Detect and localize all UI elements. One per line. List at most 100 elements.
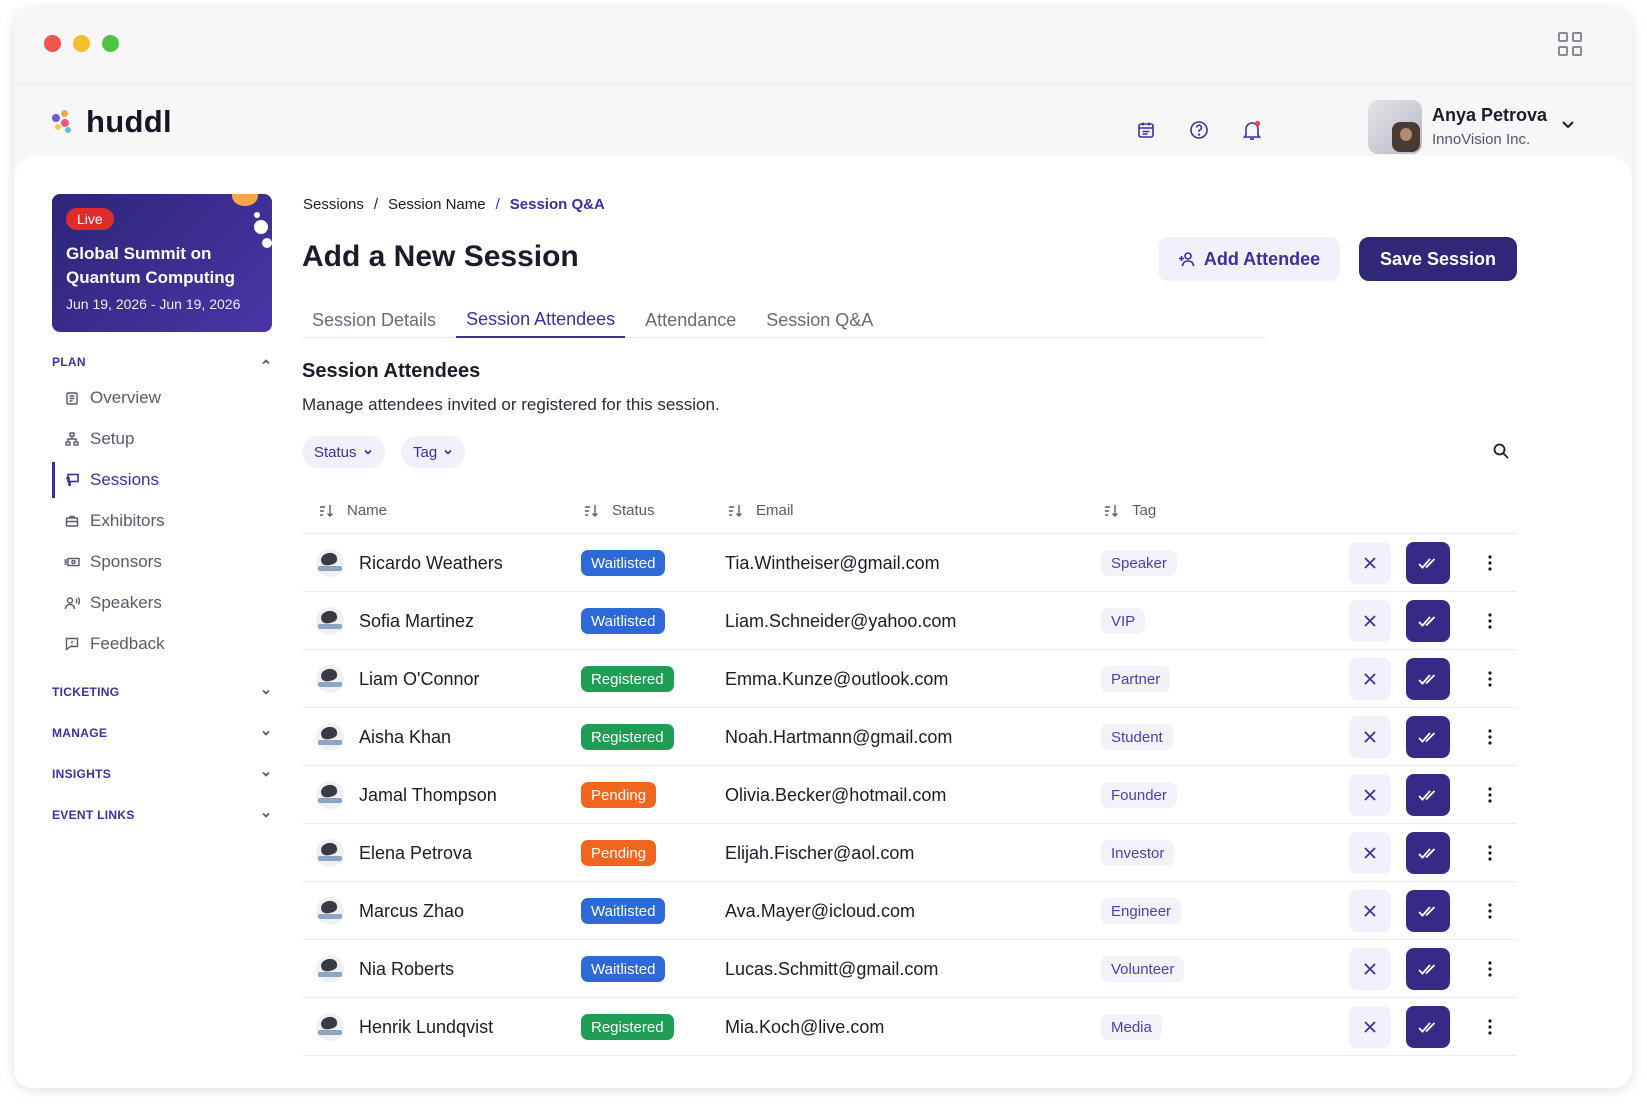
sort-icon [585, 504, 598, 517]
double-check-icon [1418, 732, 1436, 743]
more-options-icon[interactable] [1480, 783, 1500, 807]
presentation-icon [64, 472, 80, 488]
sidebar-section-plan[interactable]: PLAN [52, 350, 272, 374]
sidebar-item-speakers[interactable]: Speakers [52, 585, 272, 621]
tab-attendance[interactable]: Attendance [635, 302, 746, 338]
approve-button[interactable] [1406, 948, 1450, 990]
attendee-name: Nia Roberts [359, 959, 455, 979]
reject-button[interactable] [1349, 542, 1391, 584]
table-row[interactable]: Elena Petrova Pending Elijah.Fischer@aol.c… [302, 824, 1517, 882]
table-row[interactable]: Jamal Thompson Pending Olivia.Becker@hotma… [302, 766, 1517, 824]
column-label: Name [347, 502, 388, 519]
breadcrumb-current: Session Q&A [509, 196, 605, 213]
status-badge: Waitlisted [581, 956, 666, 982]
reject-button[interactable] [1349, 716, 1391, 758]
breadcrumb-session-name[interactable]: Session Name [388, 196, 486, 213]
chevron-down-icon[interactable] [1560, 116, 1576, 137]
add-attendee-button[interactable]: Add Attendee [1158, 237, 1340, 281]
attendee-avatar [316, 955, 344, 983]
approve-button[interactable] [1406, 600, 1450, 642]
approve-button[interactable] [1406, 890, 1450, 932]
table-row[interactable]: Liam O'Connor Registered Emma.Kunze@outloo… [302, 650, 1517, 708]
tag-badge: Investor [1101, 840, 1175, 866]
tab-session-attendees[interactable]: Session Attendees [456, 302, 626, 338]
chevron-down-icon [363, 449, 372, 455]
minimize-window-button[interactable] [73, 35, 90, 52]
approve-button[interactable] [1406, 832, 1450, 874]
column-header-name[interactable]: Name [319, 502, 387, 519]
more-options-icon[interactable] [1480, 551, 1500, 575]
reject-button[interactable] [1349, 774, 1391, 816]
sidebar-section-ticketing[interactable]: TICKETING [52, 680, 272, 704]
sort-icon [729, 504, 742, 517]
status-filter[interactable]: Status [302, 436, 385, 468]
user-profile-menu[interactable]: Anya Petrova InnoVision Inc. [1368, 100, 1578, 156]
table-row[interactable]: Aisha Khan Registered Noah.Hartmann@gmail.… [302, 708, 1517, 766]
breadcrumb-sessions[interactable]: Sessions [303, 196, 364, 213]
notification-bell-icon[interactable] [1234, 112, 1270, 148]
approve-button[interactable] [1406, 542, 1450, 584]
sidebar-section-event-links[interactable]: EVENT LINKS [52, 803, 272, 827]
close-icon [1364, 905, 1376, 917]
status-badge: Pending [581, 782, 657, 808]
brand-logo[interactable]: huddl [52, 104, 172, 140]
sidebar-section-manage[interactable]: MANAGE [52, 721, 272, 745]
reject-button[interactable] [1349, 658, 1391, 700]
more-options-icon[interactable] [1480, 1015, 1500, 1039]
more-options-icon[interactable] [1480, 609, 1500, 633]
help-icon[interactable] [1181, 112, 1217, 148]
table-row[interactable]: Henrik Lundqvist Registered Mia.Koch@live.… [302, 998, 1517, 1056]
tag-badge: Engineer [1101, 898, 1182, 924]
attendee-avatar [316, 607, 344, 635]
sidebar-item-overview[interactable]: Overview [52, 380, 272, 416]
more-options-icon[interactable] [1480, 667, 1500, 691]
sidebar-item-feedback[interactable]: Feedback [52, 626, 272, 662]
approve-button[interactable] [1406, 1006, 1450, 1048]
chevron-down-icon [262, 730, 270, 736]
sidebar-item-sessions[interactable]: Sessions [52, 462, 272, 498]
more-options-icon[interactable] [1480, 899, 1500, 923]
approve-button[interactable] [1406, 658, 1450, 700]
double-check-icon [1418, 1022, 1436, 1033]
more-options-icon[interactable] [1480, 841, 1500, 865]
reject-button[interactable] [1349, 600, 1391, 642]
column-header-email[interactable]: Email [728, 502, 794, 519]
attendee-name: Ricardo Weathers [359, 553, 503, 573]
table-row[interactable]: Marcus Zhao Waitlisted Ava.Mayer@icloud.co… [302, 882, 1517, 940]
clipboard-icon [64, 390, 80, 406]
reject-button[interactable] [1349, 1006, 1391, 1048]
maximize-window-button[interactable] [102, 35, 119, 52]
tab-session-details[interactable]: Session Details [302, 302, 446, 338]
attendee-name: Sofia Martinez [359, 611, 475, 631]
calendar-icon[interactable] [1128, 112, 1164, 148]
save-session-button[interactable]: Save Session [1359, 237, 1517, 281]
event-card[interactable]: Live Global Summit on Quantum Computing … [52, 194, 272, 332]
sidebar-item-sponsors[interactable]: Sponsors [52, 544, 272, 580]
column-header-status[interactable]: Status [584, 502, 655, 519]
more-options-icon[interactable] [1480, 725, 1500, 749]
sidebar-item-setup[interactable]: Setup [52, 421, 272, 457]
table-row[interactable]: Nia Roberts Waitlisted Lucas.Schmitt@gmail… [302, 940, 1517, 998]
sidebar-section-insights[interactable]: INSIGHTS [52, 762, 272, 786]
reject-button[interactable] [1349, 890, 1391, 932]
sidebar-item-exhibitors[interactable]: Exhibitors [52, 503, 272, 539]
more-options-icon[interactable] [1480, 957, 1500, 981]
search-icon[interactable] [1492, 442, 1514, 464]
reject-button[interactable] [1349, 832, 1391, 874]
tag-filter[interactable]: Tag [401, 436, 466, 468]
column-header-tag[interactable]: Tag [1104, 502, 1156, 519]
section-title: Session Attendees [302, 360, 481, 382]
tab-session-qa[interactable]: Session Q&A [756, 302, 883, 338]
main-content: Live Global Summit on Quantum Computing … [14, 156, 1632, 1088]
app-grid-icon[interactable] [1558, 32, 1582, 56]
double-check-icon [1418, 558, 1436, 569]
app-window: huddl Anya Petrova InnoVision Inc. Live … [14, 8, 1632, 1088]
approve-button[interactable] [1406, 716, 1450, 758]
table-row[interactable]: Ricardo Weathers Waitlisted Tia.Wintheiser… [302, 534, 1517, 592]
breadcrumb-separator: / [495, 196, 500, 213]
table-row[interactable]: Sofia Martinez Waitlisted Liam.Schneider@y… [302, 592, 1517, 650]
approve-button[interactable] [1406, 774, 1450, 816]
attendee-name: Aisha Khan [359, 727, 452, 747]
close-window-button[interactable] [44, 35, 61, 52]
reject-button[interactable] [1349, 948, 1391, 990]
